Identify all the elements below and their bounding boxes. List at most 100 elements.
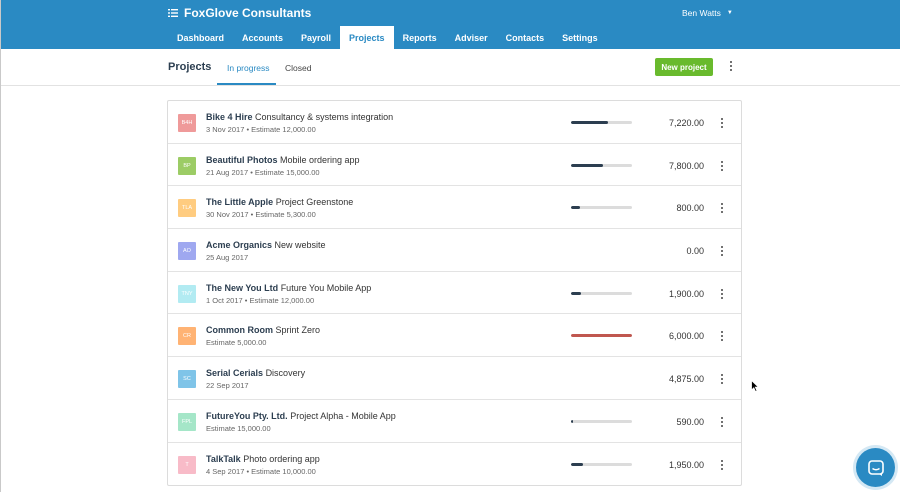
project-title[interactable]: The New You Ltd Future You Mobile App bbox=[206, 283, 371, 293]
vertical-dots-icon[interactable] bbox=[717, 330, 727, 342]
new-project-button[interactable]: New project bbox=[655, 58, 713, 76]
chat-launcher[interactable] bbox=[856, 448, 895, 487]
menu-list-icon bbox=[168, 9, 178, 17]
project-name: Sprint Zero bbox=[275, 325, 321, 336]
project-row[interactable]: CR Common Room Sprint Zero Estimate 5,000.… bbox=[168, 314, 741, 358]
progress-bar bbox=[571, 291, 632, 295]
progress-bar bbox=[571, 121, 632, 124]
nav-tab-payroll[interactable]: Payroll bbox=[292, 26, 340, 49]
client-name: Acme Organics bbox=[206, 240, 273, 251]
progress-fill bbox=[571, 206, 581, 210]
project-meta: Estimate 5,000.00 bbox=[206, 338, 267, 348]
project-row[interactable]: TLA The Little Apple Project Greenstone 30… bbox=[168, 186, 741, 230]
project-meta: 25 Aug 2017 bbox=[206, 253, 249, 263]
tab-in-progress[interactable]: In progress bbox=[227, 63, 270, 73]
project-amount: 590.00 bbox=[676, 416, 704, 427]
progress-bar bbox=[571, 163, 632, 167]
client-name: The New You Ltd bbox=[206, 282, 279, 293]
vertical-dots-icon[interactable] bbox=[717, 160, 727, 172]
caret-down-icon: ▼ bbox=[726, 10, 733, 16]
progress-fill bbox=[571, 462, 584, 466]
project-name: Discovery bbox=[265, 368, 306, 379]
client-name: The Little Apple bbox=[206, 197, 274, 208]
project-title[interactable]: Beautiful Photos Mobile ordering app bbox=[206, 155, 360, 165]
nav-tab-contacts[interactable]: Contacts bbox=[497, 26, 554, 49]
project-amount: 7,800.00 bbox=[668, 160, 704, 171]
project-name: Mobile ordering app bbox=[280, 154, 360, 165]
project-title[interactable]: Common Room Sprint Zero bbox=[206, 325, 320, 335]
client-name: TalkTalk bbox=[206, 453, 241, 464]
sub-header: Projects In progress Closed New project bbox=[1, 49, 900, 86]
project-row[interactable]: FPL FutureYou Pty. Ltd. Project Alpha - M… bbox=[168, 400, 741, 443]
project-avatar: TNY bbox=[178, 284, 196, 303]
project-meta: Estimate 15,000.00 bbox=[206, 423, 271, 433]
vertical-dots-icon[interactable] bbox=[717, 373, 727, 385]
progress-bar bbox=[571, 334, 632, 338]
project-name: Photo ordering app bbox=[243, 453, 320, 464]
client-name: Serial Cerials bbox=[206, 368, 264, 379]
project-meta: 21 Aug 2017 • Estimate 15,000.00 bbox=[206, 167, 320, 177]
project-row[interactable]: T TalkTalk Photo ordering app 4 Sep 2017 •… bbox=[168, 443, 741, 486]
client-name: Bike 4 Hire bbox=[206, 112, 253, 122]
project-row[interactable]: BP Beautiful Photos Mobile ordering app 21… bbox=[168, 144, 741, 187]
project-title[interactable]: Bike 4 Hire Consultancy & systems integr… bbox=[206, 112, 393, 122]
project-row[interactable]: TNY The New You Ltd Future You Mobile App… bbox=[168, 272, 741, 315]
project-avatar: TLA bbox=[178, 199, 196, 218]
vertical-dots-icon[interactable] bbox=[717, 459, 727, 471]
project-amount: 7,220.00 bbox=[668, 118, 704, 128]
project-meta: 22 Sep 2017 bbox=[206, 381, 249, 391]
project-avatar: CR bbox=[178, 327, 196, 346]
project-avatar: T bbox=[178, 455, 196, 474]
progress-bar bbox=[571, 462, 632, 466]
project-title[interactable]: Acme Organics New website bbox=[206, 240, 326, 250]
project-avatar: AO bbox=[178, 242, 196, 261]
client-name: Beautiful Photos bbox=[206, 154, 278, 165]
mouse-cursor-icon bbox=[751, 380, 759, 392]
active-tab-indicator bbox=[217, 83, 276, 85]
project-meta: 1 Oct 2017 • Estimate 12,000.00 bbox=[206, 295, 315, 305]
project-row[interactable]: B4H Bike 4 Hire Consultancy & systems int… bbox=[168, 101, 741, 144]
nav-tab-projects[interactable]: Projects bbox=[340, 26, 394, 49]
nav-tab-adviser[interactable]: Adviser bbox=[446, 26, 497, 49]
project-title[interactable]: TalkTalk Photo ordering app bbox=[206, 454, 320, 464]
project-amount: 1,900.00 bbox=[668, 288, 704, 299]
project-meta: 4 Sep 2017 • Estimate 10,000.00 bbox=[206, 466, 316, 476]
project-title[interactable]: FutureYou Pty. Ltd. Project Alpha - Mobi… bbox=[206, 411, 396, 421]
project-title[interactable]: The Little Apple Project Greenstone bbox=[206, 197, 353, 207]
nav-tab-reports[interactable]: Reports bbox=[394, 26, 446, 49]
nav-tab-settings[interactable]: Settings bbox=[553, 26, 607, 49]
project-name: Consultancy & systems integration bbox=[255, 112, 394, 122]
project-avatar: SC bbox=[178, 370, 196, 389]
project-name: Project Alpha - Mobile App bbox=[290, 410, 396, 421]
tab-closed[interactable]: Closed bbox=[285, 63, 311, 73]
vertical-dots-icon[interactable] bbox=[726, 60, 736, 72]
nav-tab-accounts[interactable]: Accounts bbox=[233, 26, 292, 49]
project-name: Project Greenstone bbox=[275, 197, 354, 208]
project-amount: 6,000.00 bbox=[668, 331, 704, 342]
project-row[interactable]: AO Acme Organics New website 25 Aug 2017 0.… bbox=[168, 229, 741, 272]
project-title[interactable]: Serial Cerials Discovery bbox=[206, 368, 305, 378]
vertical-dots-icon[interactable] bbox=[717, 117, 727, 129]
progress-bar bbox=[571, 206, 632, 210]
vertical-dots-icon[interactable] bbox=[717, 288, 727, 300]
project-amount: 4,875.00 bbox=[668, 374, 704, 385]
nav-tab-dashboard[interactable]: Dashboard bbox=[168, 26, 233, 49]
app-title: FoxGlove Consultants bbox=[184, 6, 312, 20]
user-menu[interactable]: Ben Watts ▼ bbox=[682, 8, 733, 18]
vertical-dots-icon[interactable] bbox=[717, 245, 727, 257]
progress-fill bbox=[571, 163, 603, 167]
project-meta: 3 Nov 2017 • Estimate 12,000.00 bbox=[206, 125, 316, 134]
progress-fill bbox=[571, 291, 581, 295]
vertical-dots-icon[interactable] bbox=[717, 202, 727, 214]
project-avatar: BP bbox=[178, 156, 196, 175]
vertical-dots-icon[interactable] bbox=[717, 416, 727, 428]
main-nav: Dashboard Accounts Payroll Projects Reports A… bbox=[168, 26, 607, 49]
project-row[interactable]: SC Serial Cerials Discovery 22 Sep 2017 4,8… bbox=[168, 357, 741, 400]
project-list: B4H Bike 4 Hire Consultancy & systems int… bbox=[167, 100, 742, 486]
progress-bar bbox=[571, 419, 632, 423]
page-title: Projects bbox=[168, 61, 212, 73]
progress-fill bbox=[571, 121, 608, 124]
chat-bubble-icon bbox=[867, 459, 884, 476]
project-name: Future You Mobile App bbox=[280, 282, 372, 293]
org-switcher[interactable]: FoxGlove Consultants bbox=[168, 5, 311, 21]
